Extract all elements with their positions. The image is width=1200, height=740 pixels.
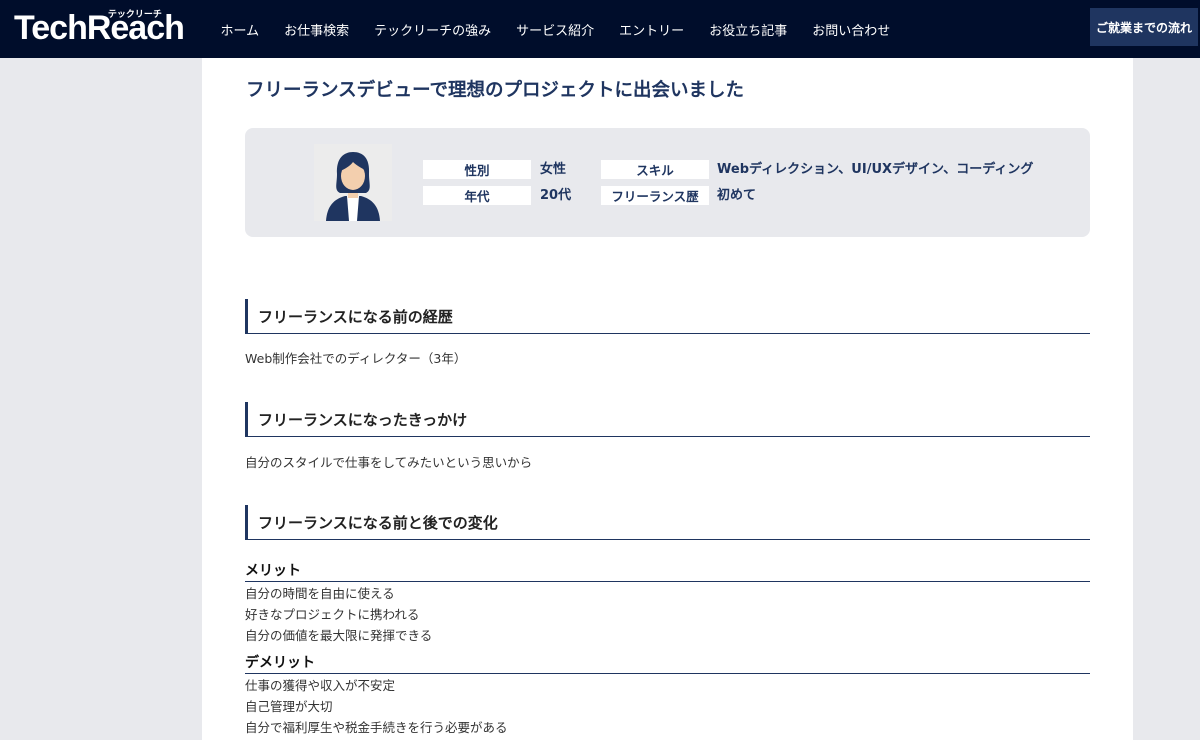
freelance-history-label: フリーランス歴 — [601, 186, 709, 205]
gender-label: 性別 — [423, 160, 531, 179]
section-heading-motivation: フリーランスになったきっかけ — [245, 402, 1090, 437]
nav-item-contact[interactable]: お問い合わせ — [800, 20, 903, 39]
article-content: フリーランスデビューで理想のプロジェクトに出会いました 性別 女性 年代 20代… — [202, 58, 1133, 740]
demerit-heading: デメリット — [245, 652, 1090, 674]
nav-item-entry[interactable]: エントリー — [607, 20, 697, 39]
list-item: 自分で福利厚生や税金手続きを行う必要がある — [245, 720, 508, 735]
nav-item-articles[interactable]: お役立ち記事 — [697, 20, 800, 39]
section-text-background: Web制作会社でのディレクター（3年） — [245, 351, 467, 366]
merit-heading: メリット — [245, 560, 1090, 582]
demerit-list: 仕事の獲得や収入が不安定 自己管理が大切 自分で福利厚生や税金手続きを行う必要が… — [245, 675, 508, 738]
profile-card: 性別 女性 年代 20代 スキル Webディレクション、UI/UXデザイン、コー… — [245, 128, 1090, 237]
freelance-history-value: 初めて — [717, 188, 757, 203]
skill-value: Webディレクション、UI/UXデザイン、コーディング — [717, 162, 1034, 177]
list-item: 自分の価値を最大限に発揮できる — [245, 628, 433, 643]
list-item: 仕事の獲得や収入が不安定 — [245, 678, 396, 693]
nav-item-strengths[interactable]: テックリーチの強み — [362, 20, 504, 39]
employment-flow-button[interactable]: ご就業までの流れ — [1090, 8, 1198, 46]
main-nav: ホーム お仕事検索 テックリーチの強み サービス紹介 エントリー お役立ち記事 … — [208, 0, 903, 58]
list-item: 好きなプロジェクトに携われる — [245, 607, 420, 622]
site-header: TechReach テックリーチ ホーム お仕事検索 テックリーチの強み サービ… — [0, 0, 1200, 58]
age-value: 20代 — [540, 188, 572, 203]
list-item: 自分の時間を自由に使える — [245, 586, 395, 601]
gender-value: 女性 — [540, 162, 567, 177]
logo-kana: テックリーチ — [107, 10, 162, 20]
woman-avatar-icon — [314, 144, 392, 221]
merit-list: 自分の時間を自由に使える 好きなプロジェクトに携われる 自分の価値を最大限に発揮… — [245, 583, 432, 646]
age-label: 年代 — [423, 186, 531, 205]
site-logo[interactable]: TechReach テックリーチ — [14, 8, 185, 48]
section-heading-changes: フリーランスになる前と後での変化 — [245, 505, 1090, 540]
nav-item-job-search[interactable]: お仕事検索 — [272, 20, 362, 39]
nav-item-services[interactable]: サービス紹介 — [504, 20, 607, 39]
avatar — [314, 144, 392, 221]
article-title: フリーランスデビューで理想のプロジェクトに出会いました — [246, 80, 745, 101]
skill-label: スキル — [601, 160, 709, 179]
section-heading-background: フリーランスになる前の経歴 — [245, 299, 1090, 334]
nav-item-home[interactable]: ホーム — [208, 20, 272, 39]
section-text-motivation: 自分のスタイルで仕事をしてみたいという思いから — [245, 455, 533, 470]
list-item: 自己管理が大切 — [245, 699, 333, 714]
